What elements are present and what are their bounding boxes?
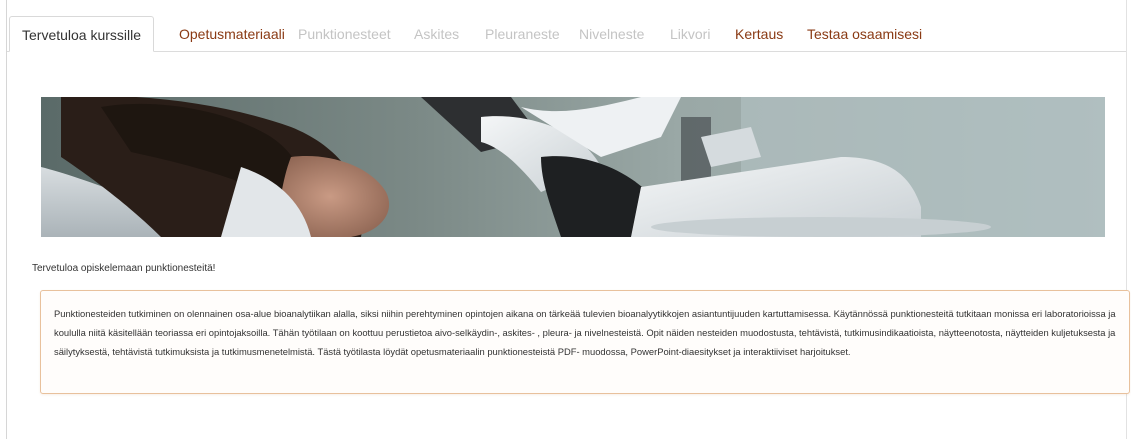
course-intro-text: Punktionesteiden tutkiminen on olennaine… bbox=[54, 308, 1116, 357]
course-tab-bar: Tervetuloa kurssille Opetusmateriaali Pu… bbox=[7, 16, 1126, 52]
microscope-banner-image bbox=[41, 97, 1105, 237]
tab-askites: Askites bbox=[414, 26, 460, 42]
tab-nivelneste: Nivelneste bbox=[579, 26, 645, 42]
welcome-text: Tervetuloa opiskelemaan punktionesteitä! bbox=[32, 263, 216, 274]
tab-pleuraneste: Pleuraneste bbox=[485, 26, 560, 42]
tab-likvori: Likvori bbox=[670, 26, 711, 42]
tab-tervetuloa-kurssille[interactable]: Tervetuloa kurssille bbox=[9, 16, 155, 52]
tab-testaa-osaamisesi[interactable]: Testaa osaamisesi bbox=[807, 16, 922, 51]
tab-punktionesteet: Punktionesteet bbox=[298, 26, 391, 42]
tab-kertaus[interactable]: Kertaus bbox=[735, 16, 783, 51]
tab-opetusmateriaali[interactable]: Opetusmateriaali bbox=[179, 16, 285, 51]
course-intro-box: Punktionesteiden tutkiminen on olennaine… bbox=[40, 290, 1130, 394]
